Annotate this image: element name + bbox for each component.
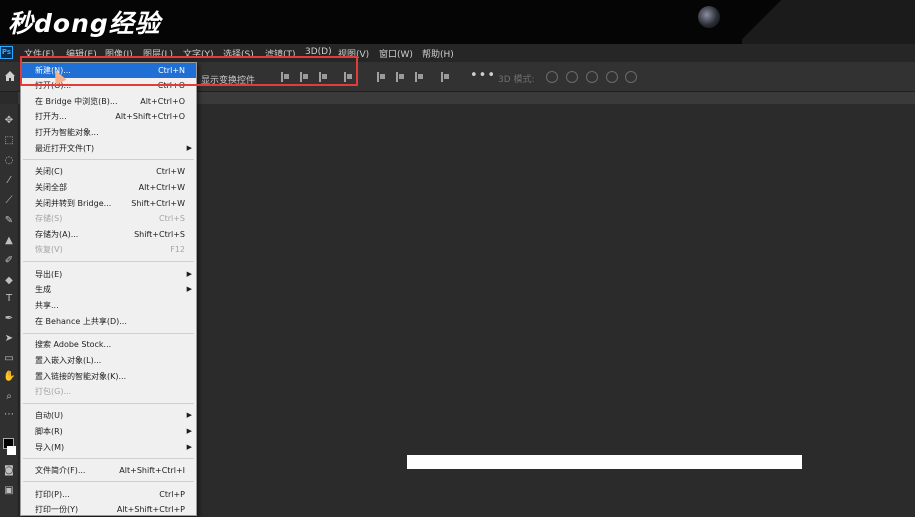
more-horizontal-icon[interactable]: ••• [470, 68, 496, 83]
3d-scale-icon [625, 71, 637, 83]
menu-separator [23, 333, 194, 334]
menu-item-share-on-behance[interactable]: 在 Behance 上共享(D)... [21, 314, 196, 329]
menu-item-place-embedded[interactable]: 置入嵌入对象(L)... [21, 353, 196, 368]
stamp-tool-icon[interactable]: ▲ [3, 236, 15, 246]
photoshop-logo-icon: Ps [0, 46, 13, 59]
lasso-tool-icon[interactable]: ◌ [3, 156, 15, 166]
brush-tool-icon[interactable]: ✎ [3, 216, 15, 226]
pen-tool-icon[interactable]: ✒ [3, 314, 15, 324]
annotation-highlight-box [20, 56, 358, 86]
home-icon[interactable] [4, 70, 16, 82]
menu-item-file-info[interactable]: 文件简介(F)... Alt+Shift+Ctrl+I [21, 463, 196, 478]
submenu-arrow-icon: ▶ [186, 270, 192, 278]
monitor-bezel [742, 0, 915, 44]
path-selection-tool-icon[interactable]: ➤ [3, 334, 15, 344]
menu-separator [23, 261, 194, 262]
menu-item-open-recent[interactable]: 最近打开文件(T) ▶ [21, 141, 196, 156]
menu-item-open-as-smart-object[interactable]: 打开为智能对象... [21, 125, 196, 140]
eraser-tool-icon[interactable]: ◆ [3, 276, 15, 286]
menu-item-package: 打包(G)... [35, 387, 72, 396]
menu-item-place-linked[interactable]: 置入链接的智能对象(K)... [21, 369, 196, 384]
menu-item-close[interactable]: 关闭(C) Ctrl+W [21, 164, 196, 179]
align-top-edges-icon[interactable] [377, 72, 386, 82]
menu-item-search-adobe-stock[interactable]: 搜索 Adobe Stock... [21, 337, 196, 352]
3d-roll-icon [566, 71, 578, 83]
distribute-vertical-icon[interactable] [441, 72, 450, 82]
menu-separator [23, 403, 194, 404]
screen-mode-icon[interactable]: ▣ [3, 486, 15, 496]
menu-item-close-and-go-to-bridge[interactable]: 关闭并转到 Bridge... Shift+Ctrl+W [21, 196, 196, 211]
menu-help[interactable]: 帮助(H) [422, 47, 454, 60]
3d-orbit-icon [546, 71, 558, 83]
menu-separator [23, 481, 194, 482]
menu-item-export[interactable]: 导出(E) ▶ [21, 267, 196, 282]
hand-tool-icon[interactable]: ✋ [3, 372, 15, 382]
3d-mode-label: 3D 模式: [498, 75, 535, 85]
eyedropper-tool-icon[interactable]: ⟋ [3, 196, 15, 206]
zoom-tool-icon[interactable]: ⌕ [3, 392, 15, 402]
quick-mask-icon[interactable]: ◙ [3, 466, 15, 476]
menu-item-revert: 恢复(V) F12 [35, 245, 185, 254]
submenu-arrow-icon: ▶ [186, 411, 192, 419]
canvas-white-bar [407, 455, 802, 469]
align-bottom-edges-icon[interactable] [415, 72, 424, 82]
menu-separator [23, 159, 194, 160]
video-watermark-banner: 秒dong经验 [0, 0, 915, 44]
3d-slide-icon [606, 71, 618, 83]
type-tool-icon[interactable]: T [3, 294, 15, 304]
history-brush-tool-icon[interactable]: ✐ [3, 256, 15, 266]
menu-item-save: 存储(S) Ctrl+S [35, 214, 185, 223]
rectangle-tool-icon[interactable]: ▭ [3, 354, 15, 364]
submenu-arrow-icon: ▶ [186, 427, 192, 435]
submenu-arrow-icon: ▶ [186, 285, 192, 293]
menu-item-generate[interactable]: 生成 ▶ [21, 282, 196, 297]
more-tools-icon[interactable]: ⋯ [3, 410, 15, 420]
menu-window[interactable]: 窗口(W) [379, 47, 413, 60]
file-menu-dropdown: 新建(N)... Ctrl+N 打开(O)... Ctrl+O 在 Bridge 中… [20, 62, 197, 516]
menu-item-automate[interactable]: 自动(U) ▶ [21, 408, 196, 423]
menu-item-print-one-copy[interactable]: 打印一份(Y) Alt+Shift+Ctrl+P [21, 502, 196, 517]
menu-item-open-as[interactable]: 打开为... Alt+Shift+Ctrl+O [21, 109, 196, 124]
menu-item-share[interactable]: 共享... [21, 298, 196, 313]
3d-drag-icon [586, 71, 598, 83]
menu-item-print[interactable]: 打印(P)... Ctrl+P [21, 487, 196, 502]
menu-item-browse-in-bridge[interactable]: 在 Bridge 中浏览(B)... Alt+Ctrl+O [21, 94, 196, 109]
menu-item-scripts[interactable]: 脚本(R) ▶ [21, 424, 196, 439]
tools-panel: ✥ ⬚ ◌ ⁄ ⟋ ✎ ▲ ✐ ◆ T ✒ ➤ ▭ ✋ ⌕ ⋯ ◙ ▣ [0, 104, 19, 516]
submenu-arrow-icon: ▶ [186, 144, 192, 152]
align-vertical-centers-icon[interactable] [396, 72, 405, 82]
menu-separator [23, 458, 194, 459]
menu-item-close-all[interactable]: 关闭全部 Alt+Ctrl+W [21, 180, 196, 195]
camera-lens-icon [698, 6, 720, 28]
marquee-tool-icon[interactable]: ⬚ [3, 136, 15, 146]
menu-item-import[interactable]: 导入(M) ▶ [21, 440, 196, 455]
submenu-arrow-icon: ▶ [186, 443, 192, 451]
move-tool-icon[interactable]: ✥ [3, 116, 15, 126]
magic-wand-tool-icon[interactable]: ⁄ [3, 176, 15, 186]
menu-item-save-as[interactable]: 存储为(A)... Shift+Ctrl+S [21, 227, 196, 242]
watermark-logo: 秒dong经验 [8, 9, 161, 38]
background-color-swatch[interactable] [7, 446, 16, 455]
